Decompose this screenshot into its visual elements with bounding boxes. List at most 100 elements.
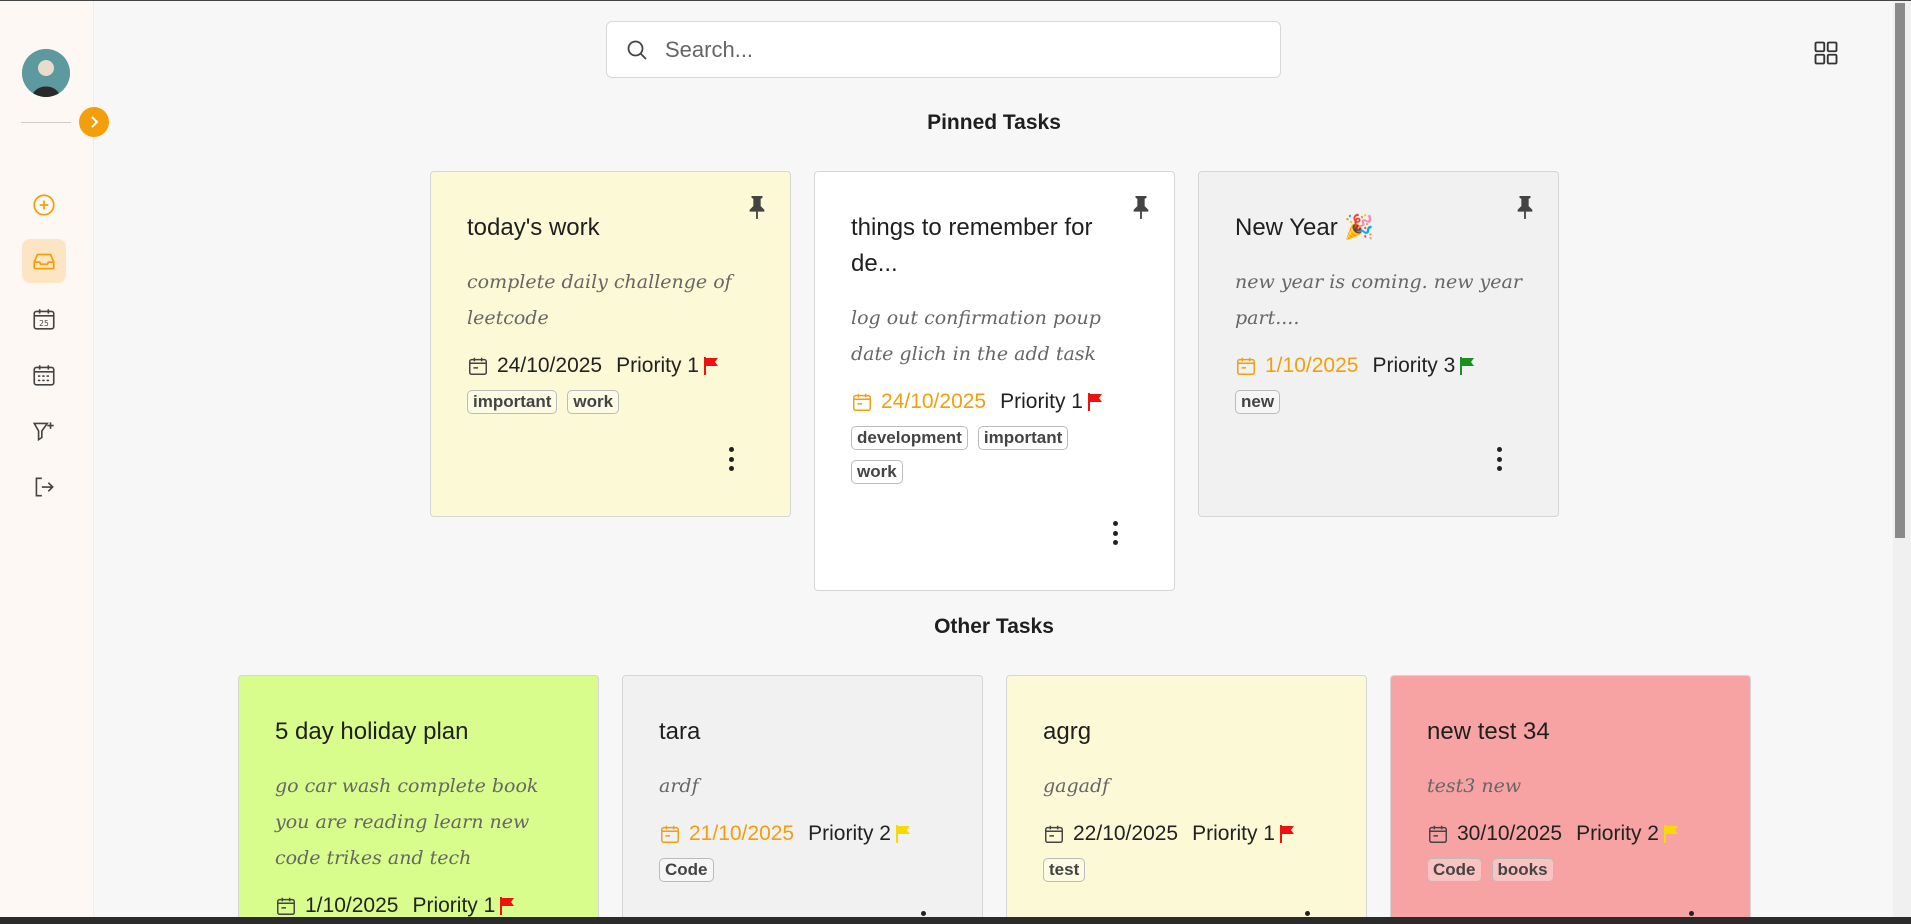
more-options-icon[interactable] <box>1107 518 1123 548</box>
tag[interactable]: development <box>851 426 968 450</box>
due-date-text: 24/10/2025 <box>881 390 987 413</box>
flag-red-icon <box>1087 393 1102 411</box>
calendar-day-icon: 25 <box>33 309 55 330</box>
calendar-icon <box>277 897 295 915</box>
calendar-icon <box>1429 825 1447 843</box>
task-title: agrg <box>1043 718 1092 745</box>
more-options-icon[interactable] <box>723 444 739 474</box>
today-nav[interactable]: 25 <box>22 297 66 341</box>
search-icon <box>627 40 647 60</box>
task-card[interactable]: 5 day holiday plan go car wash complete … <box>238 675 599 917</box>
priority-label: Priority 1 <box>412 894 496 917</box>
calendar-icon <box>853 393 871 411</box>
calendar-icon <box>33 365 55 386</box>
priority-label: Priority 1 <box>616 354 699 377</box>
filters-nav[interactable] <box>22 409 66 453</box>
upcoming-nav[interactable] <box>22 353 66 397</box>
calendar-icon <box>1237 357 1255 375</box>
tag[interactable]: books <box>1491 858 1554 882</box>
grid-view-icon[interactable] <box>1812 39 1840 67</box>
task-card[interactable]: things to remember for de... log out con… <box>814 171 1175 591</box>
tag[interactable]: work <box>851 460 903 484</box>
pin-icon[interactable] <box>1130 194 1152 220</box>
task-card[interactable]: New Year 🎉 new year is coming. new year … <box>1198 171 1559 517</box>
tag[interactable]: work <box>567 390 620 414</box>
avatar[interactable] <box>22 49 70 97</box>
plus-circle-icon <box>33 194 55 216</box>
calendar-icon <box>1045 825 1063 843</box>
inbox-nav[interactable] <box>22 239 66 283</box>
sidebar-divider <box>21 122 71 123</box>
calendar-icon <box>661 825 679 843</box>
filter-plus-icon <box>32 422 54 442</box>
tag[interactable]: important <box>977 426 1069 450</box>
pinned-section-title: Pinned Tasks <box>927 111 1061 134</box>
priority-label: Priority 1 <box>1192 822 1275 845</box>
inbox-icon <box>33 253 55 270</box>
due-date-text: 1/10/2025 <box>1265 354 1359 377</box>
due-date: 1/10/2025 <box>1235 354 1358 378</box>
task-card[interactable]: today's work complete daily challenge of… <box>430 171 791 517</box>
expand-sidebar-button[interactable] <box>79 107 109 137</box>
task-card[interactable]: new test 34 test3 new 30/10/2025 Priorit… <box>1390 675 1751 917</box>
task-card[interactable]: tara ardf 21/10/2025 Priority 2 Code <box>622 675 983 917</box>
more-options-icon[interactable] <box>1299 908 1315 917</box>
more-options-icon[interactable] <box>1683 908 1699 917</box>
task-description: complete daily challenge of leetcode <box>467 271 732 329</box>
task-description: ardf <box>659 775 699 797</box>
due-date: 21/10/2025 <box>659 822 794 846</box>
task-title: 5 day holiday plan <box>275 718 469 745</box>
due-date: 1/10/2025 <box>275 894 398 917</box>
task-card[interactable]: agrg gagadf 22/10/2025 Priority 1 test <box>1006 675 1367 917</box>
flag-yellow-icon <box>895 825 910 843</box>
task-description: test3 new <box>1427 775 1522 797</box>
flag-red-icon <box>500 897 515 915</box>
flag-green-icon <box>1460 357 1475 375</box>
search-bar[interactable] <box>606 21 1281 78</box>
due-date: 24/10/2025 <box>467 354 602 378</box>
task-description: gagadf <box>1043 775 1110 797</box>
chevron-right-icon <box>91 116 99 128</box>
due-date: 24/10/2025 <box>851 390 986 414</box>
scrollbar-thumb[interactable] <box>1895 3 1905 538</box>
flag-yellow-icon <box>1663 825 1678 843</box>
due-date-text: 1/10/2025 <box>305 894 399 917</box>
flag-red-icon <box>703 357 718 375</box>
task-title: today's work <box>467 214 600 241</box>
logout-nav[interactable] <box>22 465 66 509</box>
logout-icon <box>35 477 54 497</box>
task-title: new test 34 <box>1427 718 1550 745</box>
due-date-text: 22/10/2025 <box>1073 822 1179 845</box>
due-date-text: 30/10/2025 <box>1457 822 1563 845</box>
tag[interactable]: important <box>467 390 558 414</box>
priority-label: Priority 2 <box>808 822 891 845</box>
due-date: 30/10/2025 <box>1427 822 1562 846</box>
tag[interactable]: test <box>1043 858 1086 882</box>
priority-label: Priority 3 <box>1372 354 1456 377</box>
svg-text:25: 25 <box>39 319 49 328</box>
task-title: tara <box>659 718 701 745</box>
calendar-icon <box>469 357 487 375</box>
task-title: things to remember for de... <box>851 214 1093 277</box>
flag-red-icon <box>1279 825 1294 843</box>
more-options-icon[interactable] <box>915 908 931 917</box>
task-title: New Year 🎉 <box>1235 214 1375 241</box>
window-bottom-edge <box>0 917 1911 924</box>
pin-icon[interactable] <box>746 194 768 220</box>
pin-icon[interactable] <box>1514 194 1536 220</box>
priority-label: Priority 1 <box>1000 390 1083 413</box>
more-options-icon[interactable] <box>1491 444 1507 474</box>
other-section-title: Other Tasks <box>934 615 1054 638</box>
priority-label: Priority 2 <box>1576 822 1659 845</box>
add-task-nav[interactable] <box>22 183 66 227</box>
task-description: go car wash complete book you are readin… <box>275 775 539 869</box>
search-input[interactable] <box>665 36 1225 63</box>
due-date-text: 21/10/2025 <box>689 822 795 845</box>
app-window: 25 Pinned Tasks today's work complete da… <box>0 0 1911 917</box>
tag[interactable]: Code <box>1427 858 1482 882</box>
sidebar: 25 <box>0 1 94 917</box>
tag[interactable]: Code <box>659 858 714 882</box>
task-description: log out confirmation poup date glich in … <box>851 307 1101 365</box>
due-date-text: 24/10/2025 <box>497 354 603 377</box>
tag[interactable]: new <box>1235 390 1281 414</box>
